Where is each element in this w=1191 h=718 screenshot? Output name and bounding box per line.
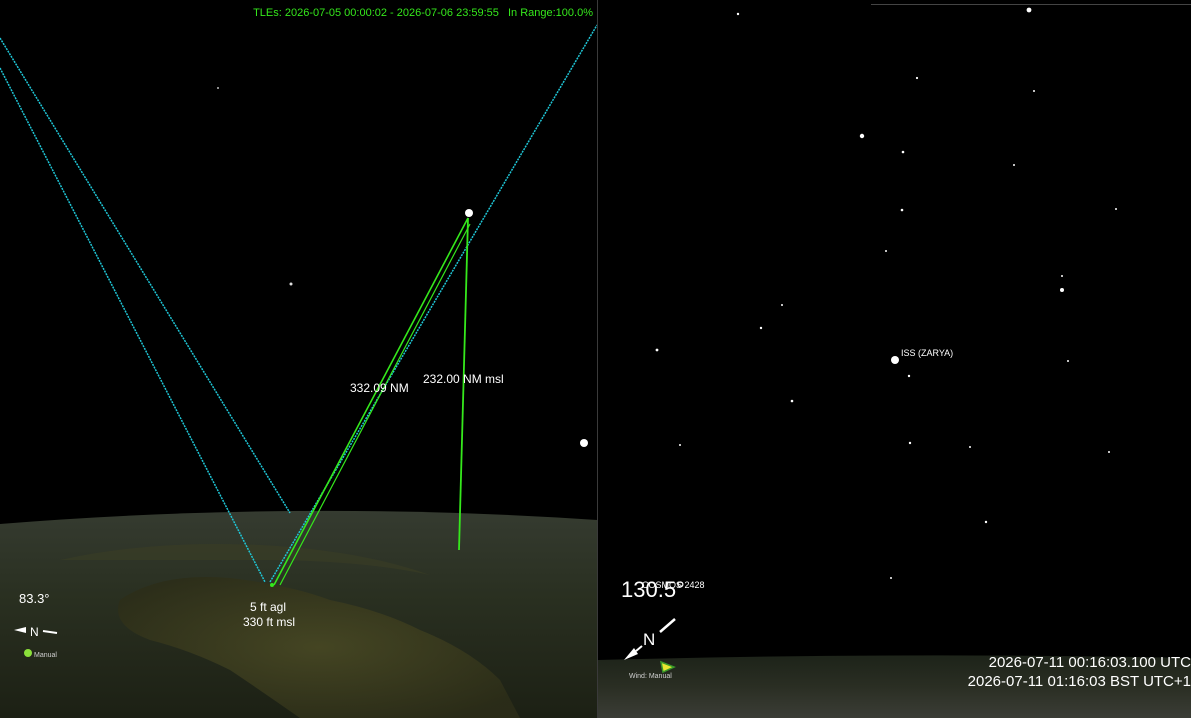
left-scene [0,24,597,718]
observer-marker [270,583,274,587]
compass-north-icon[interactable]: N [30,625,39,639]
star [217,87,219,89]
wind-label: Manual [34,652,57,659]
slant-range-label: 332.09 NM [350,381,409,395]
left-3d-view[interactable]: TLEs: 2026-07-05 00:00:02 - 2026-07-06 2… [0,0,597,718]
heading-readout: 83.3° [19,591,50,606]
iss-label[interactable]: ISS (ZARYA) [901,348,953,358]
ground-track-1 [0,37,291,514]
heading-readout: 130.5° [621,577,685,602]
wind-label: Wind: Manual [629,673,672,680]
ground-track-2 [0,67,266,583]
local-time-readout: 2026-07-11 01:16:03 BST UTC+1 [967,673,1191,690]
tle-status-bar: TLEs: 2026-07-05 00:00:02 - 2026-07-06 2… [247,7,593,19]
compass-north-icon[interactable]: N [643,630,655,650]
right-sky-view[interactable]: ISS (ZARYA) COSMOS 2428 130.5° N Wind: M… [598,0,1191,718]
iss-marker [891,356,899,364]
satellite-marker [465,209,473,217]
star [289,282,293,286]
bright-star [580,439,588,447]
tle-range-text: TLEs: 2026-07-05 00:00:02 - 2026-07-06 2… [253,7,499,19]
star-field [655,7,1117,579]
altitude-label: 232.00 NM msl [423,372,504,386]
utc-time-readout: 2026-07-11 00:16:03.100 UTC [988,654,1191,671]
observer-msl-label: 330 ft msl [243,615,296,629]
app-window: TLEs: 2026-07-05 00:00:02 - 2026-07-06 2… [0,0,1191,718]
in-range-text: In Range:100.0% [507,7,593,19]
observer-agl-label: 5 ft agl [250,600,287,614]
right-scene [598,7,1191,718]
